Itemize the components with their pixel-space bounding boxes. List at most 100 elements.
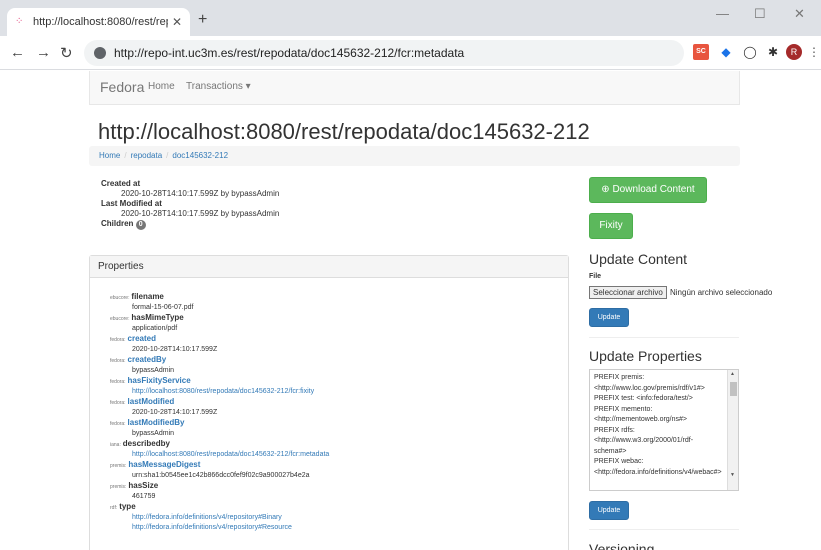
property-name[interactable]: created: [128, 334, 156, 343]
property-value[interactable]: http://localhost:8080/rest/repodata/doc1…: [110, 450, 329, 460]
property-namespace: fedora:: [110, 400, 126, 406]
property-row: iana: describedby http://localhost:8080/r…: [110, 439, 329, 460]
page-content: Fedora Home Transactions ▾ http://localh…: [0, 71, 821, 550]
property-namespace: fedora:: [110, 337, 126, 343]
property-value: 2020-10-28T14:10:17.599Z: [132, 346, 218, 353]
scroll-thumb[interactable]: [730, 382, 737, 396]
divider: [589, 529, 739, 530]
resource-metadata: Created at 2020-10-28T14:10:17.599Z by b…: [101, 179, 279, 230]
textarea-scrollbar[interactable]: ▲ ▼: [727, 370, 738, 490]
property-name[interactable]: lastModified: [128, 397, 175, 406]
url-text: http://repo-int.uc3m.es/rest/repodata/do…: [114, 46, 465, 60]
property-name[interactable]: hasFixityService: [128, 376, 191, 385]
site-favicon-icon: ⁘: [15, 16, 24, 27]
property-name: describedby: [122, 439, 170, 448]
breadcrumb-repodata[interactable]: repodata: [131, 151, 163, 160]
property-namespace: fedora:: [110, 379, 126, 385]
extension-circle-icon[interactable]: ◯: [742, 44, 758, 60]
property-row: premis: hasSize 461759: [110, 481, 329, 502]
children-label: Children: [101, 219, 134, 228]
property-namespace: iana:: [110, 442, 121, 448]
property-value[interactable]: http://fedora.info/definitions/v4/reposi…: [110, 523, 329, 533]
fedora-navbar: Fedora Home Transactions ▾: [89, 71, 740, 105]
minimize-icon[interactable]: —: [716, 6, 729, 21]
forward-icon[interactable]: →: [36, 44, 51, 61]
navbar-brand[interactable]: Fedora: [100, 79, 144, 95]
created-label: Created at: [101, 179, 141, 188]
breadcrumb: Home / repodata / doc145632-212: [89, 146, 740, 166]
file-status: Ningún archivo seleccionado: [670, 288, 773, 297]
scroll-up-icon[interactable]: ▲: [730, 371, 735, 377]
close-tab-icon[interactable]: ✕: [172, 15, 182, 29]
property-name: filename: [131, 292, 164, 301]
update-properties-heading: Update Properties: [589, 348, 702, 364]
property-row: fedora: created 2020-10-28T14:10:17.599Z: [110, 334, 329, 355]
properties-list: ebucore: filename formal-15-06-07.pdf ebuc…: [110, 292, 329, 533]
update-content-button[interactable]: Update: [589, 308, 629, 327]
divider: [589, 337, 739, 338]
tab-title: http://localhost:8080/rest/repodata: [33, 16, 168, 28]
nav-home-link[interactable]: Home: [148, 81, 175, 92]
fixity-button[interactable]: Fixity: [589, 213, 633, 239]
property-value[interactable]: http://localhost:8080/rest/repodata/doc1…: [110, 387, 329, 397]
choose-file-button[interactable]: Seleccionar archivo: [589, 286, 667, 299]
property-name[interactable]: lastModifiedBy: [128, 418, 185, 427]
scroll-down-icon[interactable]: ▼: [730, 472, 735, 478]
properties-panel: Properties ebucore: filename formal-15-06…: [89, 255, 569, 550]
extensions-puzzle-icon[interactable]: ✱: [765, 44, 781, 60]
property-name: hasSize: [128, 481, 159, 490]
property-value: urn:sha1:b0545ee1c42b866dcc0fef9f02c9a90…: [132, 472, 310, 479]
page-title: http://localhost:8080/rest/repodata/doc1…: [98, 119, 590, 144]
site-info-icon[interactable]: [94, 47, 106, 59]
versioning-heading: Versioning: [589, 541, 655, 550]
property-value: 2020-10-28T14:10:17.599Z: [132, 409, 218, 416]
property-value: bypassAdmin: [132, 367, 175, 374]
property-row: fedora: lastModified 2020-10-28T14:10:17.…: [110, 397, 329, 418]
property-row: fedora: hasFixityService http://localhost…: [110, 376, 329, 397]
close-window-icon[interactable]: ✕: [794, 6, 805, 22]
extension-drop-icon[interactable]: ◆: [718, 44, 734, 60]
update-content-heading: Update Content: [589, 251, 688, 267]
nav-transactions-dropdown[interactable]: Transactions ▾: [186, 81, 251, 92]
property-namespace: ebucore:: [110, 295, 130, 301]
property-value: bypassAdmin: [132, 430, 175, 437]
back-icon[interactable]: ←: [10, 44, 25, 61]
property-name[interactable]: createdBy: [128, 355, 167, 364]
update-properties-button[interactable]: Update: [589, 501, 629, 520]
property-row: ebucore: filename formal-15-06-07.pdf: [110, 292, 329, 313]
property-row: rdf: type http://fedora.info/definitions/…: [110, 502, 329, 523]
property-namespace: fedora:: [110, 358, 126, 364]
breadcrumb-home[interactable]: Home: [99, 151, 120, 160]
browser-menu-icon[interactable]: ⋮: [806, 44, 821, 60]
children-count-badge: 0: [135, 220, 146, 230]
breadcrumb-current[interactable]: doc145632-212: [172, 151, 228, 160]
property-value: formal-15-06-07.pdf: [132, 304, 194, 311]
property-namespace: premis:: [110, 484, 127, 490]
reload-icon[interactable]: ↻: [60, 44, 73, 62]
property-row: fedora: lastModifiedBy bypassAdmin: [110, 418, 329, 439]
property-row: http://fedora.info/definitions/v4/reposi…: [110, 523, 329, 533]
property-value: application/pdf: [132, 325, 178, 332]
maximize-icon[interactable]: ☐: [754, 6, 766, 22]
property-row: premis: hasMessageDigest urn:sha1:b0545ee…: [110, 460, 329, 481]
modified-label: Last Modified at: [101, 199, 162, 208]
properties-heading: Properties: [90, 256, 568, 278]
file-label: File: [589, 273, 602, 280]
download-label: Download Content: [612, 184, 695, 195]
property-namespace: ebucore:: [110, 316, 130, 322]
sparql-update-textarea[interactable]: PREFIX premis: <http://www.loc.gov/premi…: [589, 369, 739, 491]
profile-avatar[interactable]: R: [786, 44, 802, 60]
property-namespace: fedora:: [110, 421, 126, 427]
property-row: ebucore: hasMimeType application/pdf: [110, 313, 329, 334]
new-tab-button[interactable]: +: [198, 11, 207, 29]
address-bar[interactable]: http://repo-int.uc3m.es/rest/repodata/do…: [84, 40, 684, 66]
tab-strip: ⁘ http://localhost:8080/rest/repodata ✕ …: [0, 0, 821, 36]
property-value[interactable]: http://fedora.info/definitions/v4/reposi…: [110, 513, 329, 523]
download-content-button[interactable]: ⊕ Download Content: [589, 177, 707, 203]
property-name[interactable]: hasMessageDigest: [128, 460, 200, 469]
property-row: fedora: createdBy bypassAdmin: [110, 355, 329, 376]
browser-tab[interactable]: ⁘ http://localhost:8080/rest/repodata ✕: [7, 8, 190, 36]
property-value: 461759: [132, 493, 156, 500]
property-name: hasMimeType: [131, 313, 184, 322]
extension-sc-icon[interactable]: SC: [693, 44, 709, 60]
